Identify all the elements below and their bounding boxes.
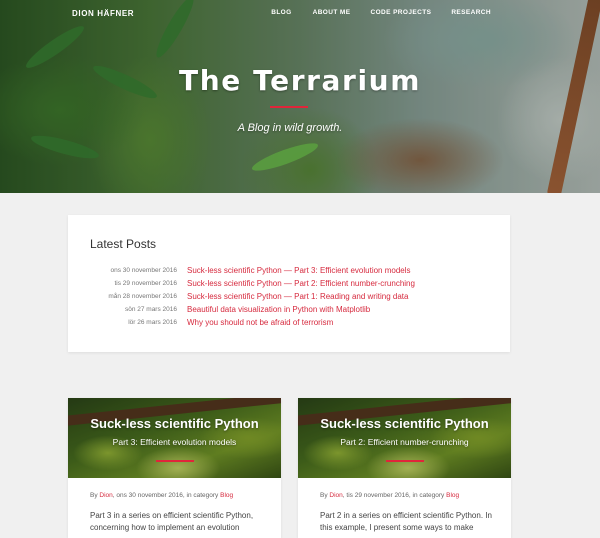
category-link[interactable]: Blog bbox=[446, 492, 459, 499]
nav-item-research[interactable]: RESEARCH bbox=[451, 9, 491, 16]
post-link[interactable]: Suck-less scientific Python — Part 2: Ef… bbox=[187, 279, 415, 288]
author-link[interactable]: Dion bbox=[329, 492, 342, 499]
post-card-excerpt: Part 2 in a series on efficient scientif… bbox=[320, 511, 492, 532]
latest-posts-panel: Latest Posts ons 30 november 2016 Suck-l… bbox=[68, 215, 510, 352]
meta-by-label: By bbox=[90, 492, 100, 499]
page-subtitle: A Blog in wild growth. bbox=[237, 122, 343, 134]
post-card-subtitle: Part 3: Efficient evolution models bbox=[112, 437, 237, 447]
hero-banner: DION HÄFNER BLOG ABOUT ME CODE PROJECTS … bbox=[0, 0, 600, 193]
nav-menu: BLOG ABOUT ME CODE PROJECTS RESEARCH bbox=[271, 9, 491, 16]
post-card-meta: By Dion, ons 30 november 2016, in catego… bbox=[90, 492, 233, 499]
latest-posts-heading: Latest Posts bbox=[90, 237, 157, 251]
site-brand[interactable]: DION HÄFNER bbox=[72, 9, 134, 18]
post-card-divider bbox=[156, 460, 194, 462]
post-link[interactable]: Why you should not be afraid of terroris… bbox=[187, 318, 333, 327]
post-date: ons 30 november 2016 bbox=[110, 267, 178, 274]
post-list: ons 30 november 2016 Suck-less scientifi… bbox=[68, 266, 510, 332]
post-date: sön 27 mars 2016 bbox=[124, 306, 177, 313]
nav-item-about-me[interactable]: ABOUT ME bbox=[313, 9, 351, 16]
post-card-subtitle: Part 2: Efficient number-crunching bbox=[340, 437, 469, 447]
post-card-meta: By Dion, tis 29 november 2016, in catego… bbox=[320, 492, 459, 499]
post-date: lör 26 mars 2016 bbox=[128, 319, 177, 326]
post-card-title[interactable]: Suck-less scientific Python bbox=[68, 416, 281, 431]
post-card-excerpt: Part 3 in a series on efficient scientif… bbox=[90, 511, 254, 532]
post-link[interactable]: Suck-less scientific Python — Part 1: Re… bbox=[187, 292, 408, 301]
top-navigation: DION HÄFNER BLOG ABOUT ME CODE PROJECTS … bbox=[0, 9, 600, 25]
post-link[interactable]: Suck-less scientific Python — Part 3: Ef… bbox=[187, 266, 411, 275]
hero-leaf-decoration bbox=[29, 131, 101, 163]
meta-date: , ons 30 november 2016, in category bbox=[112, 492, 221, 499]
category-link[interactable]: Blog bbox=[220, 492, 233, 499]
meta-by-label: By bbox=[320, 492, 330, 499]
post-date: mån 28 november 2016 bbox=[108, 293, 177, 300]
nav-item-code-projects[interactable]: CODE PROJECTS bbox=[370, 9, 431, 16]
meta-date: , tis 29 november 2016, in category bbox=[342, 492, 447, 499]
hero-leaf-decoration bbox=[249, 138, 321, 176]
author-link[interactable]: Dion bbox=[99, 492, 112, 499]
post-card: Suck-less scientific Python Part 2: Effi… bbox=[298, 398, 511, 538]
post-link[interactable]: Beautiful data visualization in Python w… bbox=[187, 305, 370, 314]
title-divider bbox=[270, 106, 308, 108]
post-card-title[interactable]: Suck-less scientific Python bbox=[298, 416, 511, 431]
post-card: Suck-less scientific Python Part 3: Effi… bbox=[68, 398, 281, 538]
post-date: tis 29 november 2016 bbox=[114, 280, 177, 287]
list-item: lör 26 mars 2016 Why you should not be a… bbox=[68, 318, 510, 332]
page-title: The Terrarium bbox=[179, 64, 421, 97]
post-card-divider bbox=[386, 460, 424, 462]
nav-item-blog[interactable]: BLOG bbox=[271, 9, 291, 16]
